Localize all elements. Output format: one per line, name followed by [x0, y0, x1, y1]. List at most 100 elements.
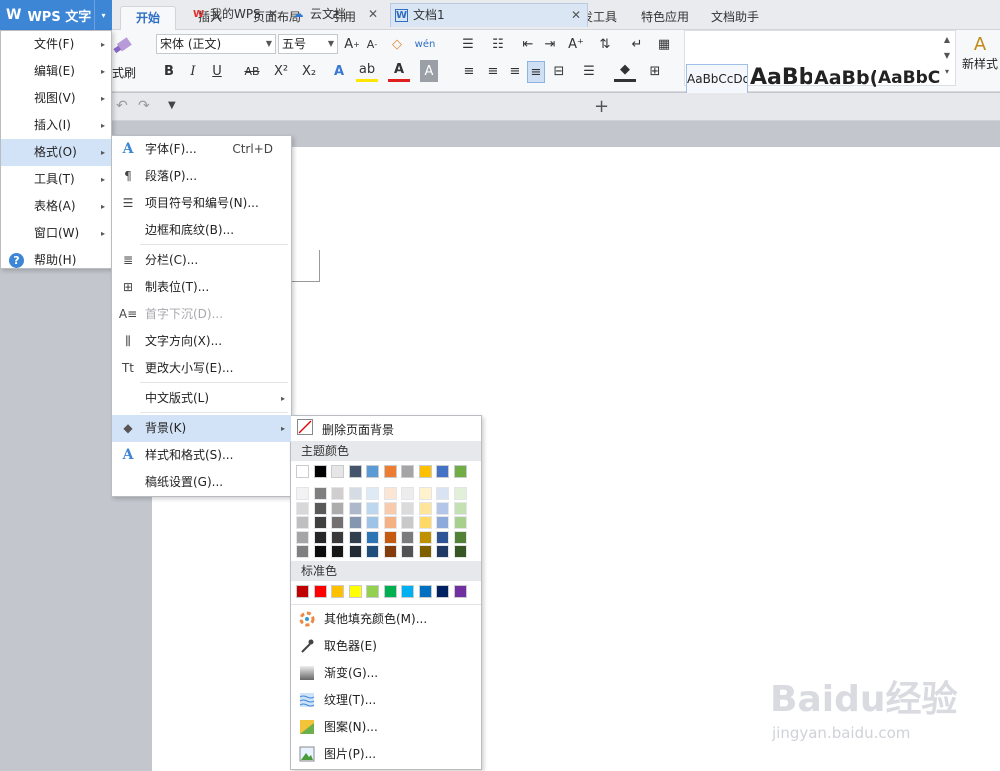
ribbon-tab-0[interactable]: 开始 — [120, 6, 176, 30]
standard-color-swatch[interactable] — [453, 585, 467, 598]
theme-color-swatch[interactable] — [453, 465, 467, 478]
theme-shade-swatch[interactable] — [418, 516, 432, 529]
theme-shade-swatch[interactable] — [331, 487, 344, 500]
main-menu-item-6[interactable]: 表格(A) ▸ — [1, 193, 111, 220]
background-menu-item-2[interactable]: 渐变(G)... — [291, 660, 481, 687]
theme-shade-swatch[interactable] — [383, 545, 397, 558]
theme-color-swatch[interactable] — [348, 465, 362, 478]
clear-format-icon[interactable]: ◇ — [388, 33, 406, 55]
theme-shade-swatch[interactable] — [453, 530, 467, 544]
doc-tab-2[interactable]: W 文档1 ✕ — [390, 3, 588, 27]
bold-button[interactable]: B — [160, 60, 178, 82]
theme-shade-swatch[interactable] — [348, 487, 362, 500]
theme-shade-swatch[interactable] — [366, 530, 379, 544]
theme-shade-swatch[interactable] — [383, 487, 397, 500]
distributed-icon[interactable]: ⊟ — [550, 60, 568, 82]
theme-shade-swatch[interactable] — [348, 516, 362, 529]
standard-color-swatch[interactable] — [401, 585, 414, 598]
customize-quick-access-icon[interactable]: ▼ — [168, 100, 176, 111]
ribbon-tab-8[interactable]: 特色应用 — [634, 6, 696, 30]
theme-shade-swatch[interactable] — [348, 501, 362, 515]
font-name-select[interactable]: 宋体 (正文) ▼ — [156, 34, 276, 54]
italic-button[interactable]: I — [184, 60, 202, 82]
wps-app-button[interactable]: W WPS 文字 ▾ — [0, 0, 112, 30]
theme-shade-swatch[interactable] — [331, 530, 344, 544]
font-color-icon[interactable]: A — [388, 60, 410, 82]
format-menu-item-5[interactable]: ⊞ 制表位(T)... — [112, 274, 291, 301]
theme-shade-swatch[interactable] — [383, 516, 397, 529]
char-shading-icon[interactable]: A — [420, 60, 438, 82]
superscript-button[interactable]: X² — [270, 60, 292, 82]
standard-color-swatch[interactable] — [296, 585, 309, 598]
theme-shade-swatch[interactable] — [453, 501, 467, 515]
theme-color-swatch[interactable] — [296, 465, 309, 478]
theme-shade-swatch[interactable] — [331, 545, 344, 558]
new-tab-button[interactable]: + — [594, 96, 609, 117]
format-menu-item-1[interactable]: ¶ 段落(P)... — [112, 163, 291, 190]
change-case-icon[interactable]: A⁺ — [564, 33, 588, 55]
theme-shade-swatch[interactable] — [383, 530, 397, 544]
pinyin-guide-icon[interactable]: wén — [412, 33, 438, 55]
undo-icon[interactable]: ↶ — [116, 98, 128, 114]
theme-shade-swatch[interactable] — [436, 530, 449, 544]
theme-color-swatch[interactable] — [436, 465, 449, 478]
main-menu-item-4[interactable]: 格式(O) ▸ — [1, 139, 111, 166]
theme-shade-swatch[interactable] — [401, 487, 414, 500]
show-marks-icon[interactable]: ↵ — [626, 33, 648, 55]
format-menu-item-9[interactable]: 中文版式(L) ▸ — [112, 385, 291, 412]
font-size-select[interactable]: 五号 ▼ — [278, 34, 338, 54]
remove-page-background[interactable]: 删除页面背景 — [322, 421, 394, 438]
bullets-icon[interactable]: ☰ — [455, 33, 481, 55]
background-menu-item-1[interactable]: 取色器(E) — [291, 633, 481, 660]
theme-shade-swatch[interactable] — [418, 487, 432, 500]
shading-bucket-icon[interactable]: ◆ — [614, 60, 636, 82]
standard-color-swatch[interactable] — [348, 585, 362, 598]
theme-shade-swatch[interactable] — [418, 545, 432, 558]
numbering-icon[interactable]: ☷ — [485, 33, 511, 55]
main-menu-item-8[interactable]: ? 帮助(H) — [1, 247, 111, 274]
table-grid-icon[interactable]: ▦ — [654, 33, 674, 55]
theme-shade-swatch[interactable] — [313, 516, 327, 529]
format-menu-item-7[interactable]: ⫼ 文字方向(X)... — [112, 328, 291, 355]
line-spacing-icon[interactable]: ☰ — [578, 60, 600, 82]
close-icon[interactable]: ✕ — [268, 3, 278, 25]
theme-shade-swatch[interactable] — [296, 545, 309, 558]
grow-font-button[interactable]: A + — [342, 33, 362, 55]
theme-shade-swatch[interactable] — [313, 487, 327, 500]
doc-tab-1[interactable]: ☁ 云文档 ✕ — [288, 3, 384, 27]
align-right-icon[interactable]: ≡ — [506, 60, 524, 82]
ribbon-tab-9[interactable]: 文档助手 — [704, 6, 766, 30]
theme-shade-swatch[interactable] — [331, 516, 344, 529]
shrink-font-button[interactable]: A- — [362, 33, 382, 55]
justify-icon[interactable]: ≡ — [527, 61, 545, 83]
format-painter-label[interactable]: 式刷 — [112, 64, 136, 81]
new-style-button[interactable]: A 新样式 — [960, 34, 1000, 84]
theme-shade-swatch[interactable] — [401, 516, 414, 529]
theme-shade-swatch[interactable] — [436, 516, 449, 529]
main-menu-item-1[interactable]: 编辑(E) ▸ — [1, 58, 111, 85]
theme-shade-swatch[interactable] — [366, 501, 379, 515]
theme-shade-swatch[interactable] — [401, 501, 414, 515]
text-effect-icon[interactable]: A — [328, 60, 350, 82]
main-menu-item-7[interactable]: 窗口(W) ▸ — [1, 220, 111, 247]
theme-color-swatch[interactable] — [383, 465, 397, 478]
sort-icon[interactable]: ⇅ — [596, 33, 614, 55]
theme-shade-swatch[interactable] — [436, 545, 449, 558]
theme-shade-swatch[interactable] — [366, 487, 379, 500]
format-menu-item-10[interactable]: ◆ 背景(K) ▸ — [112, 415, 291, 442]
theme-shade-swatch[interactable] — [313, 501, 327, 515]
background-menu-item-4[interactable]: 图案(N)... — [291, 714, 481, 741]
format-menu-item-2[interactable]: ☰ 项目符号和编号(N)... — [112, 190, 291, 217]
theme-shade-swatch[interactable] — [453, 516, 467, 529]
theme-shade-swatch[interactable] — [436, 487, 449, 500]
subscript-button[interactable]: X₂ — [298, 60, 320, 82]
theme-shade-swatch[interactable] — [313, 530, 327, 544]
theme-shade-swatch[interactable] — [348, 530, 362, 544]
theme-shade-swatch[interactable] — [401, 545, 414, 558]
increase-indent-icon[interactable]: ⇥ — [540, 33, 560, 55]
format-menu-item-11[interactable]: A 样式和格式(S)... — [112, 442, 291, 469]
theme-shade-swatch[interactable] — [296, 530, 309, 544]
background-menu-item-3[interactable]: 纹理(T)... — [291, 687, 481, 714]
background-menu-item-0[interactable]: 其他填充颜色(M)... — [291, 606, 481, 633]
standard-color-swatch[interactable] — [331, 585, 344, 598]
